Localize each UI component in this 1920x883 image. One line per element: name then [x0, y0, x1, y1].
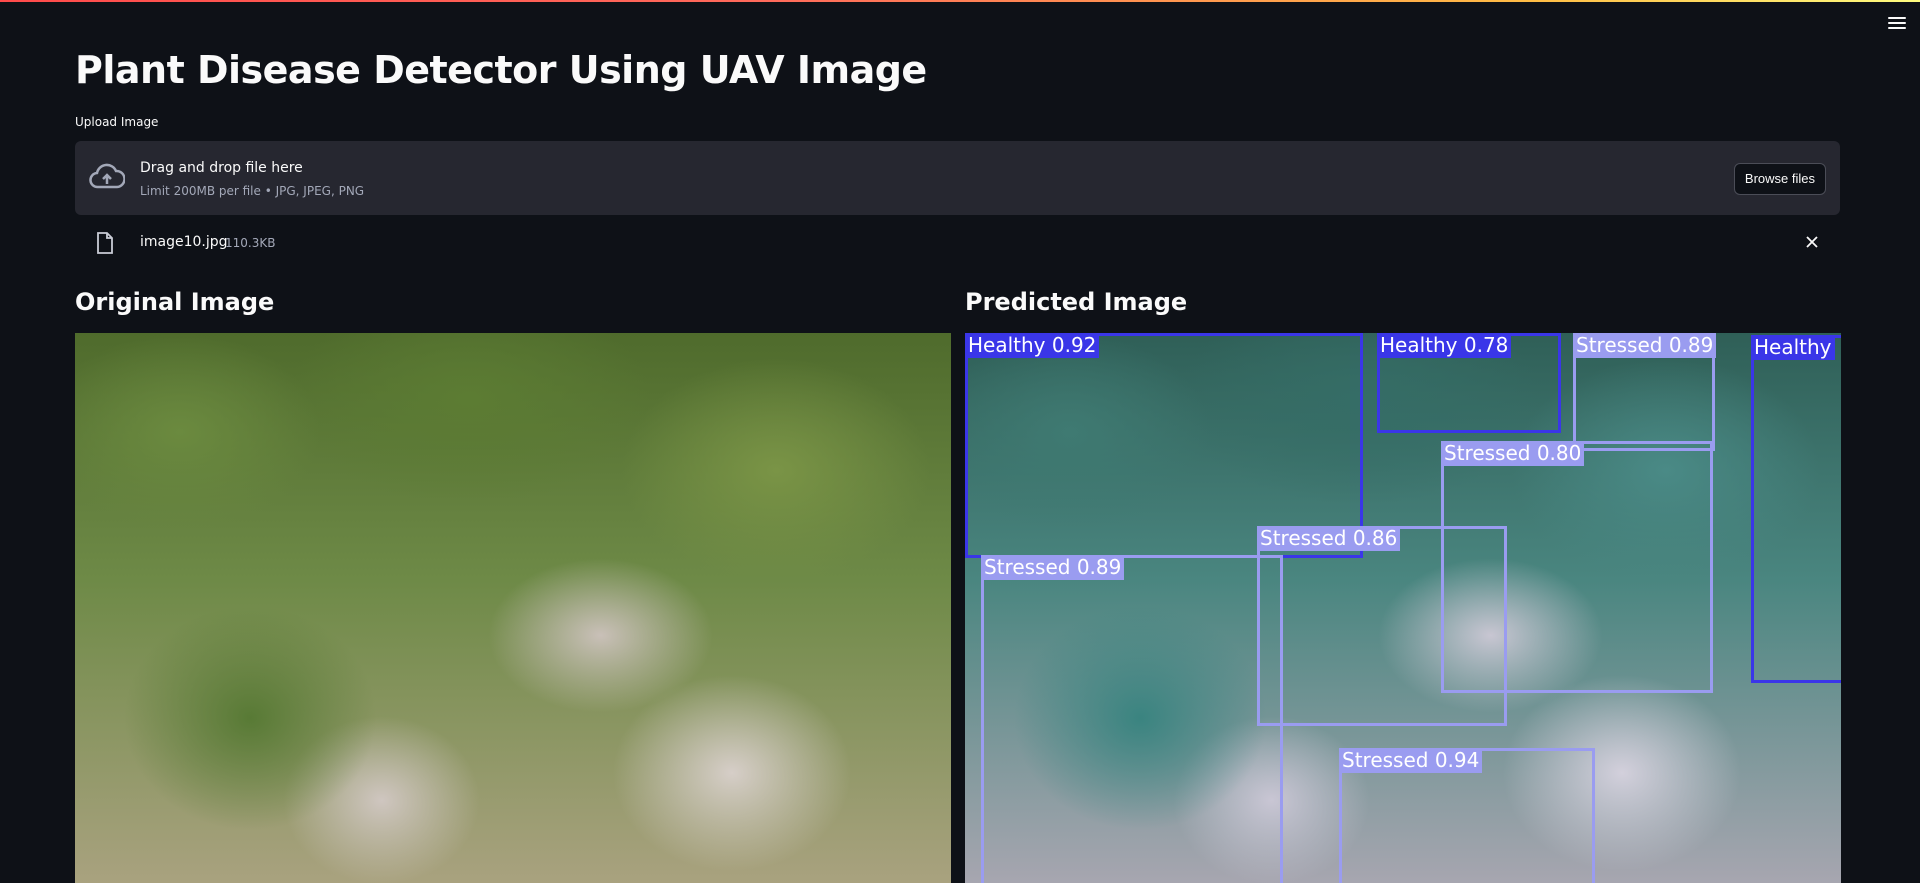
detection-label: Stressed 0.94 [1339, 748, 1483, 773]
detection-label: Healthy 0.92 [965, 333, 1100, 358]
detection-label: Healthy 0.78 [1377, 333, 1512, 358]
detection-label: Stressed 0.86 [1257, 526, 1401, 551]
upload-label: Upload Image [75, 115, 159, 129]
detection-box: Stressed 0.89 [1573, 333, 1717, 451]
dropzone-instructions: Drag and drop file here [140, 160, 303, 176]
detection-label: Healthy [1751, 335, 1835, 360]
predicted-image: Healthy 0.92 Healthy 0.78 Stressed 0.89 … [965, 333, 1841, 883]
dropzone-limit: Limit 200MB per file • JPG, JPEG, PNG [140, 184, 365, 198]
hamburger-menu-icon[interactable] [1888, 14, 1906, 32]
detection-label: Stressed 0.89 [981, 555, 1125, 580]
detection-label: Stressed 0.89 [1573, 333, 1717, 358]
detection-box: Healthy 0.92 [965, 333, 1363, 558]
predicted-image-title: Predicted Image [965, 288, 1188, 316]
file-size: 110.3KB [225, 236, 276, 250]
uploaded-file-row: image10.jpg 110.3KB [75, 226, 1840, 260]
file-icon [97, 232, 113, 254]
detection-label: Stressed 0.80 [1441, 441, 1585, 466]
cloud-upload-icon [89, 163, 125, 189]
browse-files-button[interactable]: Browse files [1733, 163, 1826, 195]
detection-box: Stressed 0.86 [1257, 526, 1507, 726]
page-title: Plant Disease Detector Using UAV Image [75, 48, 927, 92]
detection-box: Stressed 0.94 [1339, 748, 1595, 883]
original-image-title: Original Image [75, 288, 275, 316]
file-name: image10.jpg [140, 234, 228, 250]
decoration-top-bar [0, 0, 1920, 2]
detection-box: Healthy 0.78 [1377, 333, 1561, 433]
file-dropzone[interactable]: Drag and drop file here Limit 200MB per … [75, 141, 1840, 215]
remove-file-close-icon[interactable] [1804, 234, 1820, 250]
detection-box: Healthy [1751, 335, 1841, 683]
detection-box: Stressed 0.89 [981, 555, 1283, 883]
original-image [75, 333, 951, 883]
